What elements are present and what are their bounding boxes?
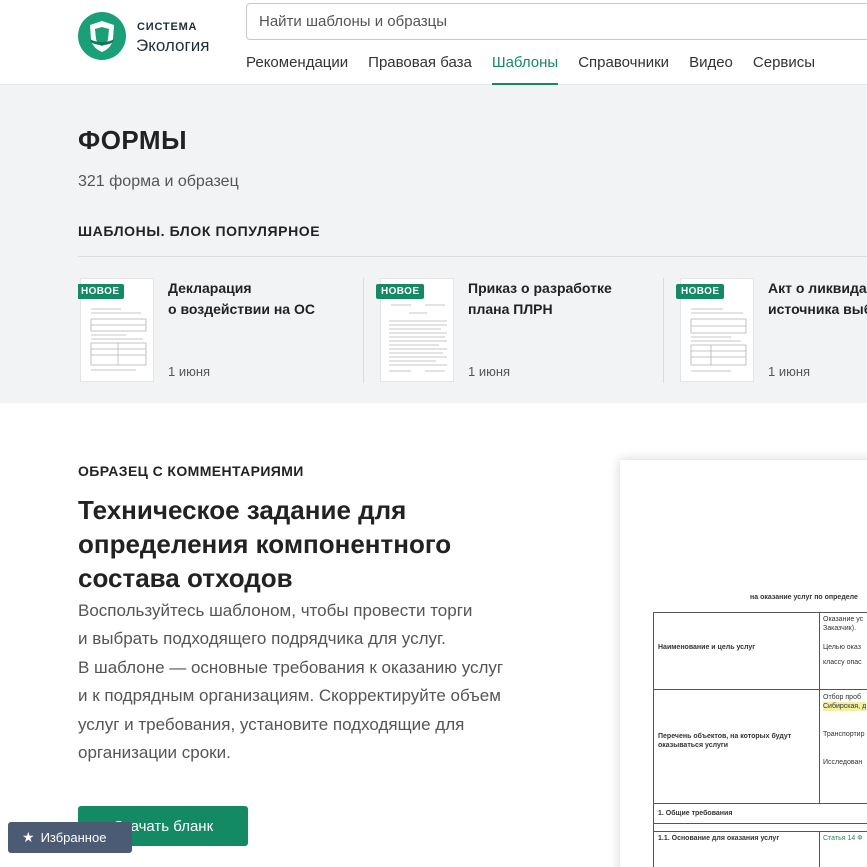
card-title: Декларация о воздействии на ОС <box>168 278 378 320</box>
card-date: 1 июня <box>768 364 811 379</box>
nav-templates[interactable]: Шаблоны <box>491 52 559 85</box>
new-badge: НОВОЕ <box>376 284 425 299</box>
description-line: и к подрядным организациям. Скорректируй… <box>78 686 501 706</box>
card-date: 1 июня <box>468 364 511 379</box>
page-title: ФОРМЫ <box>78 125 188 155</box>
document-preview[interactable]: на оказание услуг по определе Наименован… <box>620 460 867 867</box>
logo-mark-icon <box>78 12 126 60</box>
card-title-line: источника выбросов <box>768 301 867 317</box>
card-title-line: Приказ о разработке <box>468 280 612 296</box>
nav-video[interactable]: Видео <box>689 52 733 85</box>
star-icon: ★ <box>22 829 35 845</box>
forms-band: ФОРМЫ 321 форма и образец ШАБЛОНЫ. БЛОК … <box>0 85 867 403</box>
table-divider <box>819 613 820 803</box>
nav-recommendations[interactable]: Рекомендации <box>246 52 348 85</box>
preview-cell: 1. Общие требования <box>658 810 733 817</box>
description-line: В шаблоне — основные требования к оказан… <box>78 657 504 677</box>
template-card[interactable]: НОВОЕ Приказ о разработке плана ПЛРН 1 и… <box>376 278 678 383</box>
popular-cards: НОВОЕ Декларация о воздействии на ОС 1 и… <box>78 278 867 383</box>
preview-cell: Заказчик). <box>823 625 857 632</box>
preview-cell: Исследован <box>823 759 863 766</box>
divider <box>78 256 867 257</box>
favorites-button[interactable]: ★ Избранное <box>8 822 132 853</box>
table-divider <box>654 803 867 804</box>
logo-small-text: СИСТЕМА <box>137 21 198 33</box>
preview-cell: классу опас <box>823 659 862 666</box>
preview-cell: Транспортир <box>823 731 865 738</box>
logo[interactable]: СИСТЕМА Экология <box>78 12 228 62</box>
card-title-line: плана ПЛРН <box>468 301 553 317</box>
card-title: Приказ о разработке плана ПЛРН <box>468 278 678 320</box>
document-title-line: Техническое задание для <box>78 495 407 525</box>
preview-cell: оказываться услуги <box>658 742 729 749</box>
preview-heading: на оказание услуг по определе <box>750 594 858 601</box>
card-title-line: Декларация <box>168 280 252 296</box>
logo-big-text: Экология <box>136 36 210 55</box>
template-card[interactable]: НОВОЕ Декларация о воздействии на ОС 1 и… <box>78 278 378 383</box>
favorites-label: Избранное <box>40 830 107 845</box>
preview-cell: Сибирская, д <box>823 702 867 711</box>
description-line: и выбрать подходящего подрядчика для усл… <box>78 629 446 649</box>
table-divider <box>654 831 867 832</box>
new-badge: НОВОЕ <box>78 284 125 299</box>
preview-table: Наименование и цель услуг Оказание ус За… <box>653 612 867 867</box>
card-title-line: Акт о ликвидации <box>768 280 867 296</box>
nav-legal-base[interactable]: Правовая база <box>368 52 472 85</box>
new-badge: НОВОЕ <box>676 284 725 299</box>
preview-cell: Статья 14 Ф <box>823 835 863 842</box>
preview-cell: Оказание ус <box>823 616 864 623</box>
popular-block-title: ШАБЛОНЫ. БЛОК ПОПУЛЯРНОЕ <box>78 223 321 239</box>
description-line: услуг и требования, установите подходящи… <box>78 714 465 734</box>
search-input[interactable] <box>246 3 867 40</box>
header: СИСТЕМА Экология Рекомендации Правовая б… <box>0 0 867 85</box>
document-title-line: определения компонентного <box>78 529 452 559</box>
section-label: ОБРАЗЕЦ С КОММЕНТАРИЯМИ <box>78 463 304 479</box>
nav-references[interactable]: Справочники <box>578 52 669 85</box>
card-divider <box>363 278 364 383</box>
preview-cell: Отбор проб <box>823 694 861 701</box>
preview-cell: Целью оказ <box>823 644 861 651</box>
forms-count: 321 форма и образец <box>78 173 239 190</box>
description-line: организации сроки. <box>78 743 231 763</box>
preview-cell: Перечень объектов, на которых будут <box>658 733 792 740</box>
preview-cell: Наименование и цель услуг <box>658 644 756 651</box>
template-card[interactable]: НОВОЕ Акт о ликвидации источника выбросо… <box>676 278 867 383</box>
preview-cell: 1.1. Основание для оказания услуг <box>658 835 780 842</box>
document-description: Воспользуйтесь шаблоном, чтобы провести … <box>78 597 558 767</box>
table-divider <box>654 823 867 824</box>
table-divider <box>654 689 867 690</box>
description-line: Воспользуйтесь шаблоном, чтобы провести … <box>78 601 473 620</box>
card-title-line: о воздействии на ОС <box>168 301 315 317</box>
nav-services[interactable]: Сервисы <box>753 52 815 85</box>
card-date: 1 июня <box>168 364 211 379</box>
card-divider <box>663 278 664 383</box>
card-title: Акт о ликвидации источника выбросов <box>768 278 867 320</box>
table-divider <box>819 831 820 867</box>
document-title-line: состава отходов <box>78 563 293 593</box>
main-nav: Рекомендации Правовая база Шаблоны Справ… <box>246 52 835 85</box>
document-title: Техническое задание для определения комп… <box>78 493 548 595</box>
